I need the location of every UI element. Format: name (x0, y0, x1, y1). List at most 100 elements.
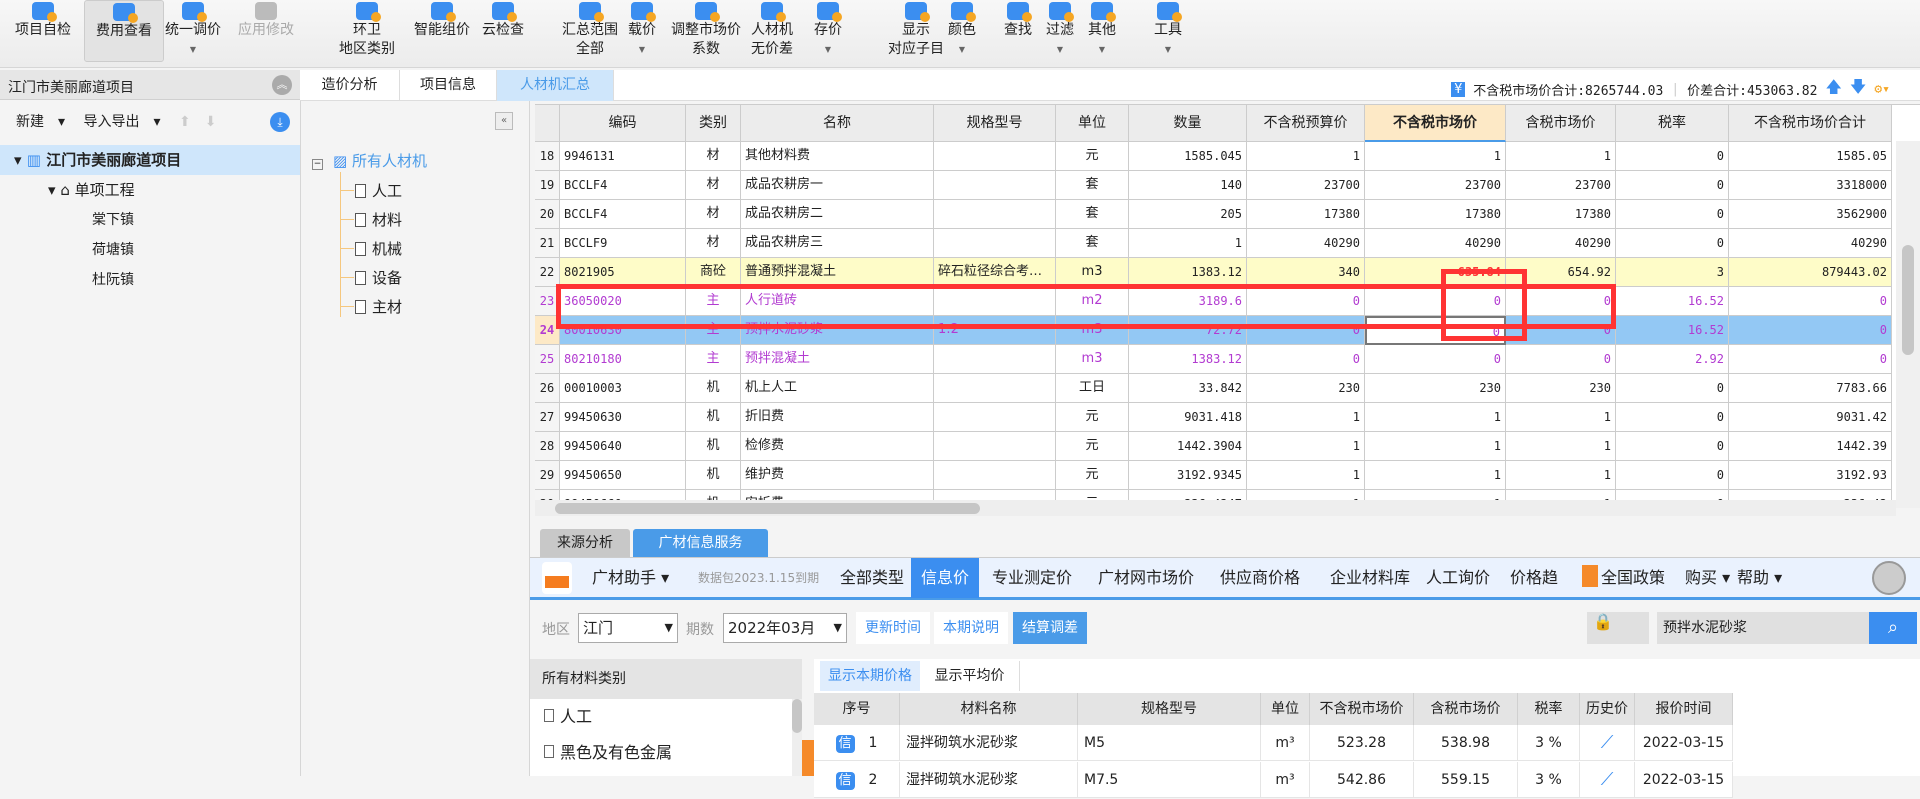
cell[interactable]: 套 (1056, 200, 1129, 229)
tab-2[interactable]: 人材机汇总 (497, 70, 614, 101)
cell[interactable]: 1383.12 (1129, 345, 1247, 374)
toolbar-button-1[interactable]: 费用查看 (84, 0, 164, 62)
cell[interactable]: 0 (1729, 345, 1892, 374)
cell[interactable]: 205 (1129, 200, 1247, 229)
cell[interactable]: 材 (686, 142, 741, 171)
project-root[interactable]: ▾ ▥ 江门市美丽廊道项目 (0, 145, 300, 175)
cell[interactable]: 80210180 (560, 345, 686, 374)
cell[interactable]: 0 (1365, 345, 1506, 374)
cell[interactable]: 0 (1616, 461, 1729, 490)
cell[interactable]: 0 (1616, 432, 1729, 461)
cell[interactable]: 1 (1506, 461, 1616, 490)
category-item[interactable]: 人工 (530, 699, 802, 735)
cell[interactable]: 元 (1056, 461, 1129, 490)
toolbar-button-10[interactable]: 人材机 无价差 (742, 0, 802, 59)
cell[interactable]: 主 (686, 345, 741, 374)
category-scroll-thumb[interactable] (792, 699, 802, 733)
cell[interactable]: 1383.12 (1129, 258, 1247, 287)
cell[interactable]: 8021905 (560, 258, 686, 287)
resize-handle[interactable] (802, 740, 814, 776)
table-row[interactable]: 26 00010003 机机上人工 工日 33.842 230 230 230 0 7783.66 (535, 374, 1892, 403)
table-row[interactable]: 22 8021905 商砼 普通预拌混凝土 碎石粒径综合考… m3 1383.12 340 63… (535, 258, 1892, 287)
cell[interactable]: 340 (1247, 258, 1365, 287)
column-header[interactable]: 不含税预算价 (1247, 105, 1365, 142)
nav-2[interactable]: 专业测定价 (992, 558, 1072, 598)
lock-icon[interactable]: 🔒 (1593, 612, 1613, 631)
price-column-header[interactable]: 材料名称 (900, 693, 1078, 725)
cell[interactable]: 9031.418 (1129, 403, 1247, 432)
cell[interactable]: BCCLF9 (560, 229, 686, 258)
column-header[interactable]: 名称 (741, 105, 934, 142)
cell[interactable]: 25 (535, 345, 560, 374)
cell[interactable]: 40290 (1506, 229, 1616, 258)
cell[interactable]: 1 (1247, 461, 1365, 490)
cell[interactable]: 商砼 (686, 258, 741, 287)
cell[interactable]: 9946131 (560, 142, 686, 171)
cell[interactable]: 17380 (1506, 200, 1616, 229)
cell[interactable]: 1 (1365, 432, 1506, 461)
tree-item[interactable]: 设备 (355, 267, 402, 288)
cell[interactable] (934, 142, 1056, 171)
cell[interactable]: 元 (1056, 403, 1129, 432)
cell[interactable] (934, 432, 1056, 461)
minus-icon[interactable]: − (312, 159, 323, 170)
cell[interactable]: 3192.9345 (1129, 461, 1247, 490)
cell[interactable]: 40290 (1365, 229, 1506, 258)
column-header[interactable]: 不含税市场价合计 (1729, 105, 1892, 142)
price-column-header[interactable]: 不含税市场价 (1310, 693, 1414, 725)
price-column-header[interactable]: 税率 (1518, 693, 1580, 725)
cell[interactable]: 99450630 (560, 403, 686, 432)
cell[interactable]: 22 (535, 258, 560, 287)
column-header[interactable]: 单位 (1056, 105, 1129, 142)
nav-5[interactable]: 企业材料库 (1330, 558, 1410, 598)
table-row[interactable]: 18 9946131 材其他材料费元 1585.045 1 1 1 0 1585.05 (535, 142, 1892, 171)
arrow-down-icon[interactable]: 🡇 (1850, 76, 1866, 103)
nav-1[interactable]: 信息价 (911, 558, 980, 598)
cell[interactable]: 23700 (1506, 171, 1616, 200)
cell[interactable]: 1442.3904 (1129, 432, 1247, 461)
lock-toggle[interactable]: 🔒 (1587, 612, 1649, 644)
cell[interactable]: 99450650 (560, 461, 686, 490)
cell[interactable]: 0 (1616, 374, 1729, 403)
cell[interactable]: m3 (1056, 345, 1129, 374)
cell[interactable]: 材 (686, 229, 741, 258)
cell[interactable]: 元 (1056, 432, 1129, 461)
cell[interactable]: 检修费 (741, 432, 934, 461)
cell[interactable]: 23700 (1247, 171, 1365, 200)
column-header[interactable]: 编码 (560, 105, 686, 142)
table-row[interactable]: 29 99450650 机维护费元 3192.9345 1 1 1 0 3192.93 (535, 461, 1892, 490)
cell[interactable]: 机 (686, 374, 741, 403)
cell[interactable]: 0 (1616, 171, 1729, 200)
cell[interactable] (934, 171, 1056, 200)
cell[interactable]: 成品农耕房二 (741, 200, 934, 229)
cell[interactable] (934, 200, 1056, 229)
town-item[interactable]: 荷塘镇 (0, 235, 300, 265)
cell[interactable]: 机上人工 (741, 374, 934, 403)
cell[interactable]: 879443.02 (1729, 258, 1892, 287)
cell[interactable]: 折旧费 (741, 403, 934, 432)
cell[interactable]: 1 (1506, 432, 1616, 461)
cell[interactable]: 1 (1247, 142, 1365, 171)
table-row[interactable]: 21 BCCLF9 材成品农耕房三套 1 40290 40290 40290 0 40290 (535, 229, 1892, 258)
cell[interactable]: 3192.93 (1729, 461, 1892, 490)
cell[interactable]: 维护费 (741, 461, 934, 490)
cell[interactable]: 230 (1506, 374, 1616, 403)
trend-chart-icon[interactable]: ⟋ (1601, 769, 1614, 790)
download-icon[interactable]: ⤓ (270, 112, 290, 132)
tab-current-price[interactable]: 显示本期价格 (820, 661, 920, 691)
toolbar-button-4[interactable]: 环卫 地区类别 (322, 0, 412, 59)
cell[interactable]: 1442.39 (1729, 432, 1892, 461)
cell[interactable]: 16.52 (1616, 287, 1729, 316)
tab-1[interactable]: 项目信息 (400, 70, 497, 101)
cell[interactable]: 0 (1729, 316, 1892, 345)
tree-item[interactable]: 材料 (355, 209, 402, 230)
cell[interactable]: 1 (1506, 403, 1616, 432)
price-cell[interactable]: ⟋ (1580, 725, 1635, 761)
cell[interactable]: 9031.42 (1729, 403, 1892, 432)
toolbar-button-0[interactable]: 项目自检 (10, 0, 76, 40)
cell[interactable]: 7783.66 (1729, 374, 1892, 403)
column-header[interactable]: 数量 (1129, 105, 1247, 142)
cell[interactable]: 19 (535, 171, 560, 200)
cell[interactable]: 230 (1247, 374, 1365, 403)
move-up-icon[interactable]: ⬆ (179, 114, 191, 130)
